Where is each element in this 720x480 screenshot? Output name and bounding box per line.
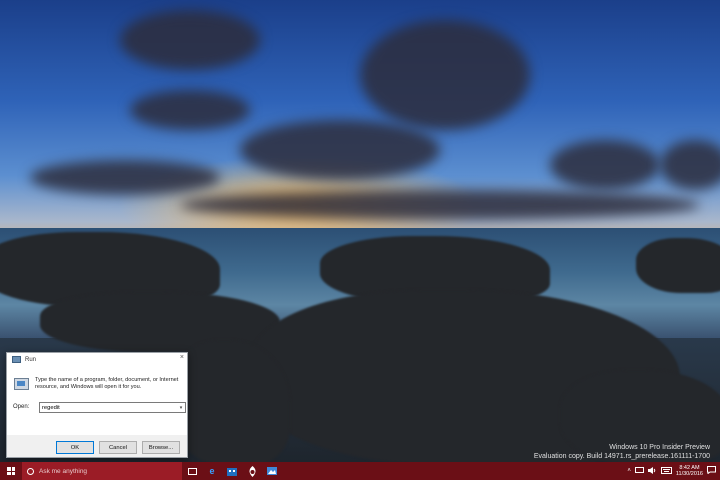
cloud	[550, 140, 660, 190]
volume-icon[interactable]	[647, 466, 657, 476]
cortana-icon	[27, 467, 34, 475]
chevron-up-icon[interactable]: ˄	[627, 468, 631, 474]
clock[interactable]: 8:42 AM 11/30/2016	[676, 465, 703, 478]
network-icon[interactable]	[634, 466, 644, 476]
cancel-button[interactable]: Cancel	[99, 441, 137, 454]
browse-button[interactable]: Browse...	[142, 441, 180, 454]
chevron-down-icon[interactable]: ▾	[177, 405, 185, 411]
run-app-icon	[12, 356, 21, 363]
close-icon[interactable]: ×	[180, 354, 184, 361]
ok-button[interactable]: OK	[56, 441, 94, 454]
store-icon[interactable]	[222, 462, 242, 480]
run-title-text: Run	[25, 356, 37, 363]
run-description: Type the name of a program, folder, docu…	[35, 377, 179, 390]
clock-date: 11/30/2016	[675, 471, 703, 477]
open-label: Open:	[13, 404, 30, 410]
photo-app-icon[interactable]	[262, 462, 282, 480]
cloud	[130, 90, 250, 130]
cloud	[660, 140, 720, 190]
open-input-value[interactable]: regedit	[40, 405, 177, 411]
task-view-icon[interactable]	[182, 462, 202, 480]
run-program-icon	[14, 378, 29, 390]
cloud	[360, 20, 530, 130]
search-placeholder[interactable]: Ask me anything	[39, 468, 87, 475]
start-button[interactable]	[0, 462, 22, 480]
taskbar: Ask me anything e ˄ 8:42 AM 11/30/2016	[0, 462, 720, 480]
rock	[636, 238, 720, 293]
cloud	[240, 120, 440, 180]
cloud	[120, 10, 260, 70]
cloud	[30, 160, 220, 195]
system-tray: ˄ 8:42 AM 11/30/2016	[627, 462, 720, 480]
app-icon[interactable]	[242, 462, 262, 480]
keyboard-icon[interactable]	[660, 466, 672, 476]
edge-icon[interactable]: e	[202, 462, 222, 480]
cloud	[180, 190, 700, 220]
search-box[interactable]: Ask me anything	[22, 462, 182, 480]
run-dialog: Run × Type the name of a program, folder…	[6, 352, 188, 458]
notification-icon[interactable]	[707, 466, 716, 476]
button-row: OK Cancel Browse...	[7, 435, 187, 457]
rock	[170, 340, 290, 462]
open-input[interactable]: regedit ▾	[39, 402, 186, 413]
watermark-line1: Windows 10 Pro Insider Preview	[609, 444, 710, 451]
windows-logo-icon	[7, 467, 15, 475]
watermark-line2: Evaluation copy. Build 14971.rs_prerelea…	[533, 453, 710, 460]
run-titlebar: Run	[12, 356, 36, 363]
